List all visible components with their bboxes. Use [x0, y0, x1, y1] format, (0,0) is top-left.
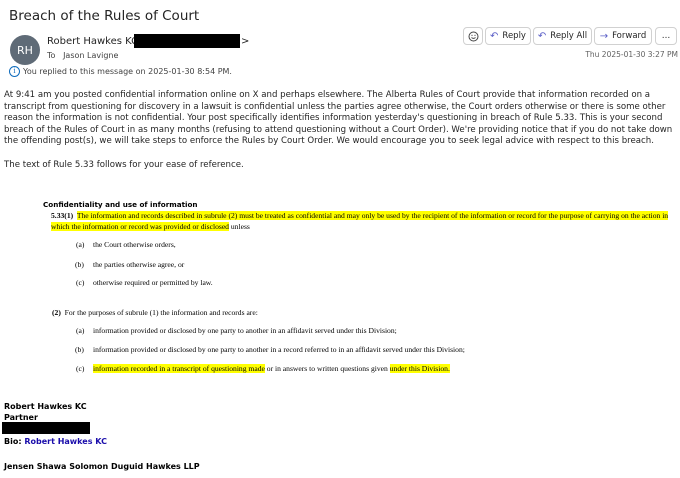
rule-subrule-2: (2) For the purposes of subrule (1) the … — [52, 308, 258, 317]
rule-item-2a-label: (a) — [76, 326, 85, 335]
rule-subrule-1-highlight: The information and records described in… — [51, 211, 669, 231]
reply-label: Reply — [502, 31, 526, 41]
rule-item-1a: the Court otherwise orders, — [93, 240, 176, 249]
message-timestamp: Thu 2025-01-30 3:27 PM — [585, 50, 678, 59]
redacted-signature-block — [2, 422, 90, 434]
to-label: To — [47, 51, 56, 60]
body-paragraph-1: At 9:41 am you posted confidential infor… — [4, 90, 673, 146]
more-icon: … — [661, 31, 671, 41]
smiley-icon — [468, 31, 478, 41]
rule-subrule-2-number: (2) — [52, 308, 61, 317]
reply-button[interactable]: ↶ Reply — [485, 27, 531, 45]
avatar-initials: RH — [17, 43, 33, 57]
rule-number: 5.33(1) — [51, 211, 74, 220]
more-actions-button[interactable]: … — [655, 27, 677, 45]
replied-notice-text: You replied to this message on 2025-01-3… — [23, 67, 232, 76]
rule-item-1c: otherwise required or permitted by law. — [93, 278, 213, 287]
rule-item-2c-highlight-1: information recorded in a transcript of … — [93, 364, 265, 373]
rule-item-2c-label: (c) — [76, 364, 85, 373]
rule-heading: Confidentiality and use of information — [43, 200, 198, 209]
sender-avatar[interactable]: RH — [10, 35, 40, 65]
rule-item-1c-label: (c) — [76, 278, 85, 287]
recipient-line: To Jason Lavigne — [47, 51, 118, 60]
rule-item-2c-middle: or in answers to written questions given — [264, 364, 390, 373]
reply-all-button[interactable]: ↶ Reply All — [533, 27, 592, 45]
rule-item-2c-highlight-2: under this Division. — [389, 364, 450, 373]
rule-subrule-2-text: For the purposes of subrule (1) the info… — [64, 308, 258, 317]
sender-name-suffix: > — [241, 36, 250, 47]
rule-item-1a-label: (a) — [76, 240, 85, 249]
reply-all-icon: ↶ — [537, 30, 547, 42]
rule-item-2b: information provided or disclosed by one… — [93, 345, 465, 354]
rule-item-2c: information recorded in a transcript of … — [93, 364, 450, 373]
rule-subrule-1: 5.33(1) The information and records desc… — [51, 210, 679, 232]
rule-item-1b: the parties otherwise agree, or — [93, 260, 185, 269]
bio-link[interactable]: Robert Hawkes KC — [24, 437, 107, 446]
message-body: At 9:41 am you posted confidential infor… — [4, 90, 676, 183]
rule-item-1b-label: (b) — [75, 260, 84, 269]
email-subject: Breach of the Rules of Court — [9, 8, 200, 24]
forward-label: Forward — [612, 31, 647, 41]
signature-firm: Jensen Shawa Solomon Duguid Hawkes LLP — [4, 462, 200, 471]
body-paragraph-2: The text of Rule 5.33 follows for your e… — [4, 159, 244, 170]
forward-button[interactable]: → Forward — [594, 27, 652, 45]
recipient-name[interactable]: Jason Lavigne — [63, 51, 118, 60]
replied-notice: i You replied to this message on 2025-01… — [9, 66, 232, 77]
bio-label: Bio: — [4, 437, 25, 446]
reply-icon: ↶ — [490, 30, 499, 42]
redacted-email-block — [134, 34, 240, 48]
signature-name: Robert Hawkes KC — [4, 402, 87, 411]
forward-icon: → — [599, 30, 609, 42]
info-icon: i — [9, 66, 20, 77]
rule-item-2b-label: (b) — [75, 345, 84, 354]
emoji-react-button[interactable] — [463, 27, 483, 45]
signature-bio: Bio: Robert Hawkes KC — [4, 437, 107, 446]
reply-all-label: Reply All — [550, 31, 588, 41]
signature-title: Partner — [4, 413, 38, 422]
rule-subrule-1-tail: unless — [228, 222, 250, 231]
rule-item-2a: information provided or disclosed by one… — [93, 326, 397, 335]
